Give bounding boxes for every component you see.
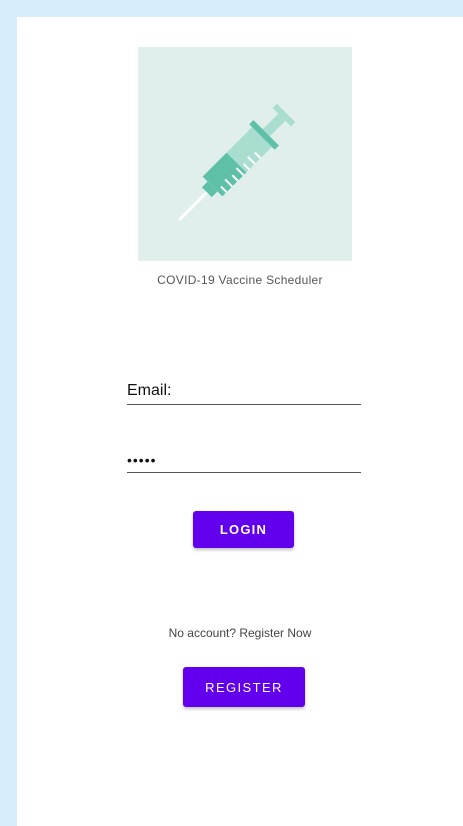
register-button[interactable]: REGISTER — [183, 667, 305, 707]
syringe-icon — [178, 103, 296, 221]
password-field[interactable] — [127, 447, 361, 473]
app-title: COVID-19 Vaccine Scheduler — [157, 273, 323, 287]
register-prompt: No account? Register Now — [168, 626, 312, 640]
app-logo — [138, 47, 352, 261]
email-field[interactable] — [127, 377, 361, 405]
app-screen: COVID-19 Vaccine Scheduler LOGIN No acco… — [17, 17, 463, 826]
login-button[interactable]: LOGIN — [193, 511, 294, 548]
